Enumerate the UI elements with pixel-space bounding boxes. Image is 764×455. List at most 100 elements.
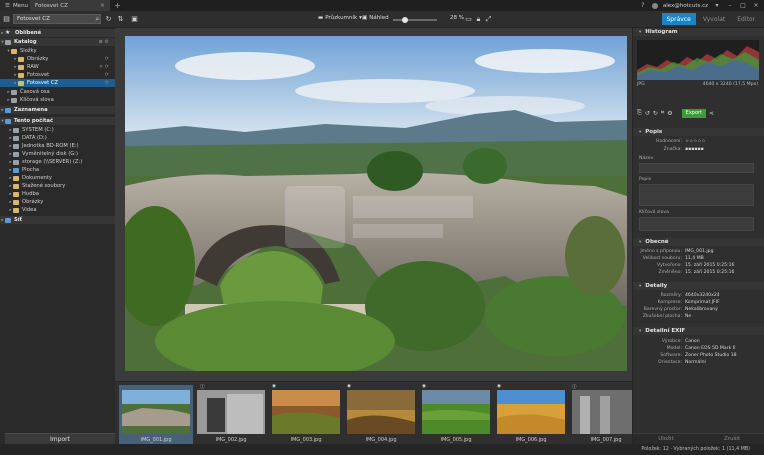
exif-header[interactable]: ▾ Detailní EXIF bbox=[633, 327, 764, 335]
rotate-left-icon[interactable]: ↺ bbox=[645, 110, 650, 117]
fullscreen-icon[interactable]: ⤢ bbox=[484, 14, 493, 24]
details-header[interactable]: ▾ Detaily bbox=[633, 282, 764, 290]
minimize-icon[interactable]: – bbox=[726, 2, 734, 10]
tree-drive[interactable]: ▸ SYSTEM (C:) bbox=[0, 126, 115, 134]
tree-drive[interactable]: ▸ Vyměnitelný disk (G:) bbox=[0, 150, 115, 158]
star-rating-icon[interactable]: ☆☆☆☆☆ bbox=[685, 139, 706, 144]
tree-drive-label: Videa bbox=[22, 207, 37, 213]
folder-row-actions[interactable]: ✕ ⟳ bbox=[99, 64, 109, 70]
lock-icon[interactable]: 🔒︎ bbox=[474, 14, 483, 24]
color-tags-icon[interactable]: ▪▪▪▪▪▪ bbox=[685, 147, 704, 152]
tree-this-pc[interactable]: ▾ Tento počítač bbox=[0, 117, 115, 125]
tree-network[interactable]: ▸ Síť bbox=[0, 216, 115, 224]
tree-drive[interactable]: ▸ Obrázky bbox=[0, 198, 115, 206]
info-value: 4640x3240x24 bbox=[685, 293, 720, 298]
zoom-slider-handle[interactable] bbox=[402, 17, 408, 23]
search-input[interactable]: Fotosvet CZ bbox=[13, 14, 101, 24]
disc-icon bbox=[13, 143, 19, 149]
main-photo-preview[interactable] bbox=[125, 36, 627, 371]
filmstrip-thumb[interactable]: ◉ IMG_006.jpg bbox=[494, 384, 568, 445]
keywords-field[interactable] bbox=[639, 217, 754, 231]
description-header[interactable]: ▾ Popis bbox=[633, 128, 764, 136]
new-folder-icon[interactable]: ▣ bbox=[130, 14, 139, 24]
tree-drive-label: Dokumenty bbox=[22, 175, 52, 181]
rating-row[interactable]: Hodnocení: ☆☆☆☆☆ bbox=[633, 138, 764, 145]
info-key: Velikost souboru: bbox=[642, 256, 682, 261]
mode-editor[interactable]: Editor bbox=[732, 13, 760, 25]
tree-keywords[interactable]: ▸ Klíčová slova bbox=[0, 96, 115, 104]
save-button[interactable]: Uložit bbox=[633, 433, 699, 444]
filmstrip-thumb[interactable]: ◉ IMG_004.jpg bbox=[344, 384, 418, 445]
filmstrip-thumb[interactable]: IMG_001.jpg bbox=[119, 385, 193, 445]
tree-folder-item[interactable]: ▸ Fotosvet ⟳ bbox=[0, 71, 115, 79]
avatar[interactable] bbox=[651, 2, 658, 9]
export-button[interactable]: Export bbox=[681, 108, 707, 118]
tree-drive[interactable]: ▸ storage (\\SERVER) (Z:) bbox=[0, 158, 115, 166]
title-field[interactable] bbox=[639, 163, 754, 173]
document-tab[interactable]: Fotosvet CZ × bbox=[30, 0, 110, 11]
sync-icon[interactable]: ⟳ bbox=[105, 72, 109, 78]
view-dropdown[interactable]: ▬ Průzkumník ▾ bbox=[318, 15, 362, 21]
details-title: Detaily bbox=[645, 283, 668, 289]
tree-marked[interactable]: ▸ Zaznamena bbox=[0, 106, 115, 114]
catalog-actions[interactable]: ⊕ ⚙ bbox=[99, 39, 109, 45]
tree-folders[interactable]: ▾ Složky bbox=[0, 47, 115, 55]
chevron-down-icon[interactable]: ▾ bbox=[713, 2, 721, 10]
tags-row[interactable]: Značka: ▪▪▪▪▪▪ bbox=[633, 146, 764, 153]
menu-tab[interactable]: ☰ Menu bbox=[0, 0, 30, 11]
zoom-level: 28 % bbox=[450, 15, 464, 21]
tree-network-label: Síť bbox=[14, 217, 22, 223]
share-icon[interactable]: ⋖ bbox=[709, 110, 714, 117]
rotate-right-icon[interactable]: ↻ bbox=[653, 110, 658, 117]
maximize-icon[interactable]: □ bbox=[739, 2, 747, 10]
general-header[interactable]: ▾ Obecné bbox=[633, 238, 764, 246]
mode-manager[interactable]: Správce bbox=[661, 13, 696, 25]
filmstrip-thumb[interactable]: ◉ IMG_003.jpg bbox=[269, 384, 343, 445]
tree-drive[interactable]: ▸ Videa bbox=[0, 206, 115, 214]
videos-icon bbox=[13, 207, 19, 213]
tree-drive[interactable]: ▸ Dokumenty bbox=[0, 174, 115, 182]
cancel-button[interactable]: Zrušit bbox=[699, 433, 764, 444]
tree-folder-item[interactable]: ▸ Obrázky ⟳ bbox=[0, 55, 115, 63]
description-field[interactable] bbox=[639, 184, 754, 206]
close-icon[interactable]: × bbox=[752, 2, 760, 10]
search-icon[interactable]: ⌕ bbox=[93, 14, 102, 24]
tree-drive[interactable]: ▸ Stažené soubory bbox=[0, 182, 115, 190]
mode-develop[interactable]: Vyvolat bbox=[698, 13, 730, 25]
user-account[interactable]: alex@hotcuts.cz bbox=[663, 3, 708, 9]
tree-catalog[interactable]: ▾ Katalog ⊕ ⚙ bbox=[0, 38, 115, 46]
refresh-icon[interactable]: ↻ bbox=[104, 14, 113, 24]
folder-icon bbox=[13, 175, 19, 181]
zoom-slider[interactable] bbox=[393, 17, 437, 23]
copy-icon[interactable]: ⎘ bbox=[637, 109, 642, 117]
folder-icon bbox=[18, 64, 24, 70]
histogram-header[interactable]: ▾ Histogram bbox=[633, 28, 764, 36]
folder-panel-icon[interactable]: ▤ bbox=[2, 14, 11, 24]
info-row: Výrobce: Canon bbox=[633, 338, 764, 345]
import-button[interactable]: Import bbox=[5, 433, 115, 444]
fit-icon[interactable]: ▭ bbox=[464, 14, 473, 24]
tree-time-axis[interactable]: ▸ Časová osa bbox=[0, 88, 115, 96]
sort-icon[interactable]: ⇅ bbox=[116, 14, 125, 24]
tree-drive[interactable]: ▸ Jednotka BD-ROM (E:) bbox=[0, 142, 115, 150]
sync-icon[interactable]: ⟳ bbox=[105, 80, 109, 86]
tree-drive[interactable]: ▸ DATA (D:) bbox=[0, 134, 115, 142]
folder-icon bbox=[18, 56, 24, 62]
tree-folder-item-selected[interactable]: ▸ Fotosvet CZ ⟳ bbox=[0, 79, 115, 87]
filmstrip-thumb[interactable]: ⓘ IMG_002.jpg bbox=[194, 385, 268, 445]
folder-icon bbox=[18, 72, 24, 78]
close-tab-icon[interactable]: × bbox=[100, 2, 105, 9]
tree-drive-label: DATA (D:) bbox=[22, 135, 47, 141]
filter-dropdown[interactable]: ▣ Náhled bbox=[362, 15, 389, 21]
tree-drive[interactable]: ▸ Plocha bbox=[0, 166, 115, 174]
gear-icon[interactable]: ⚙ bbox=[667, 110, 672, 117]
sync-icon[interactable]: ⟳ bbox=[105, 56, 109, 62]
new-tab-button[interactable]: + bbox=[114, 1, 121, 10]
help-icon[interactable]: ? bbox=[639, 2, 647, 10]
tree-folder-item[interactable]: ▸ RAW ✕ ⟳ bbox=[0, 63, 115, 71]
tree-favorites[interactable]: ▸ ★ Oblíbené bbox=[0, 29, 115, 37]
info-value: Normální bbox=[685, 360, 706, 365]
tree-drive[interactable]: ▸ Hudba bbox=[0, 190, 115, 198]
tag-icon[interactable]: ⌗ bbox=[661, 109, 664, 117]
filmstrip-thumb[interactable]: ◉ IMG_005.jpg bbox=[419, 384, 493, 445]
